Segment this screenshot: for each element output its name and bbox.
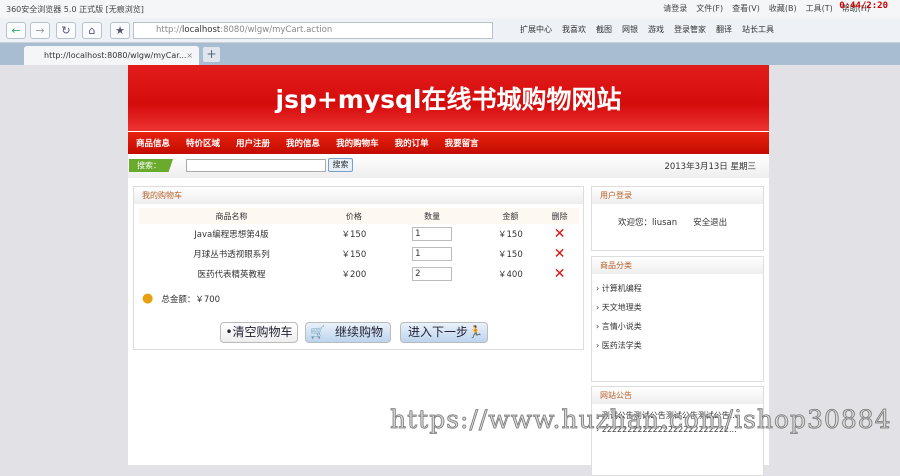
- ext-like[interactable]: 我喜欢: [562, 24, 586, 35]
- ext-translate[interactable]: 翻译: [716, 24, 732, 35]
- nav-my-orders[interactable]: 我的订单: [395, 137, 429, 149]
- url-path: :8080/wlgw/myCart.action: [220, 25, 333, 35]
- menu-login[interactable]: 请登录: [663, 3, 687, 14]
- nav-message[interactable]: 我要留言: [445, 137, 479, 149]
- item-amount: ￥400: [498, 270, 523, 280]
- login-heading: 用户登录: [592, 187, 763, 204]
- login-panel: 用户登录 欢迎您：liusan 安全退出: [591, 186, 764, 251]
- item-amount: ￥150: [498, 230, 523, 240]
- runner-icon: 🏃: [468, 325, 483, 339]
- search-bar: 搜索： 搜索 2013年3月13日 星期三: [128, 155, 769, 178]
- refresh-button[interactable]: ↻: [56, 22, 76, 39]
- delete-icon[interactable]: ✕: [554, 226, 566, 242]
- col-qty: 数量: [383, 208, 481, 224]
- tab-mycart[interactable]: http://localhost:8080/wlgw/myCar... ×: [24, 46, 199, 65]
- cart-table: 商品名称 价格 数量 金额 删除 Java编程思想第4版 ￥150 1 ￥150…: [139, 208, 579, 284]
- item-price: ￥150: [341, 230, 367, 240]
- menu-favorites[interactable]: 收藏(B): [769, 3, 797, 14]
- delete-icon[interactable]: ✕: [554, 246, 566, 262]
- search-button[interactable]: 搜索: [328, 158, 353, 172]
- cart-total: ● 总金额：￥700: [142, 291, 220, 306]
- item-price: ￥200: [341, 270, 367, 280]
- search-label: 搜索：: [129, 159, 173, 172]
- new-tab-button[interactable]: +: [203, 47, 220, 62]
- category-label: 计算机编程: [601, 284, 642, 293]
- cart-panel: 我的购物车 商品名称 价格 数量 金额 删除 Java编程思想第4版 ￥150 …: [133, 186, 584, 350]
- welcome-text: 欢迎您：liusan: [618, 218, 678, 228]
- col-name: 商品名称: [139, 208, 324, 224]
- category-label: 天文地理类: [601, 303, 642, 312]
- item-name: Java编程思想第4版: [194, 230, 269, 240]
- item-name: 月球丛书透视眼系列: [193, 250, 270, 260]
- cart-heading: 我的购物车: [134, 187, 583, 204]
- tab-close-icon[interactable]: ×: [186, 46, 193, 65]
- url-host: localhost: [182, 25, 221, 35]
- coins-icon: ●: [142, 291, 154, 306]
- tab-bar: http://localhost:8080/wlgw/myCar... × +: [0, 43, 900, 65]
- watermark: https://www.huzhan.com/ishop30884: [390, 405, 892, 435]
- forward-button[interactable]: →: [30, 22, 50, 39]
- next-step-button[interactable]: 进入下一步 🏃: [400, 322, 488, 343]
- ext-webmaster[interactable]: 站长工具: [742, 24, 774, 35]
- category-label: 医药法学类: [601, 341, 642, 350]
- col-price: 价格: [323, 208, 384, 224]
- menu-view[interactable]: 查看(V): [732, 3, 760, 14]
- ext-login-manager[interactable]: 登录管家: [674, 24, 706, 35]
- home-button[interactable]: ⌂: [82, 22, 102, 39]
- favorite-star-icon[interactable]: ★: [110, 22, 130, 39]
- category-item[interactable]: › 医药法学类: [592, 336, 763, 355]
- total-amount: 总金额：￥700: [161, 294, 221, 305]
- category-heading: 商品分类: [592, 257, 763, 274]
- tab-title: http://localhost:8080/wlgw/myCar...: [44, 51, 187, 60]
- site-banner: jsp+mysql在线书城购物网站: [128, 65, 769, 131]
- browser-title: 360安全浏览器 5.0 正式版 [无痕浏览]: [6, 4, 144, 14]
- category-panel: 商品分类 › 计算机编程 › 天文地理类 › 言情小说类 › 医药法学类: [591, 256, 764, 382]
- quantity-input[interactable]: 1: [412, 247, 453, 261]
- delete-icon[interactable]: ✕: [554, 266, 566, 282]
- category-item[interactable]: › 言情小说类: [592, 317, 763, 336]
- back-button[interactable]: ←: [6, 22, 26, 39]
- item-name: 医药代表精英教程: [197, 270, 266, 280]
- quantity-input[interactable]: 2: [412, 267, 453, 281]
- ext-games[interactable]: 游戏: [648, 24, 664, 35]
- clear-cart-button[interactable]: •清空购物车: [220, 322, 298, 343]
- logout-link[interactable]: 安全退出: [693, 216, 727, 228]
- nav-my-info[interactable]: 我的信息: [286, 137, 320, 149]
- item-amount: ￥150: [498, 250, 523, 260]
- url-input[interactable]: http://localhost:8080/wlgw/myCart.action: [133, 22, 493, 39]
- table-row: 月球丛书透视眼系列 ￥150 1 ￥150 ✕: [139, 244, 579, 264]
- next-label: 进入下一步: [408, 325, 469, 339]
- table-row: Java编程思想第4版 ￥150 1 ￥150 ✕: [139, 224, 579, 244]
- menu-file[interactable]: 文件(F): [696, 3, 723, 14]
- col-amount: 金额: [480, 208, 541, 224]
- col-delete: 删除: [540, 208, 579, 224]
- ext-bank[interactable]: 网银: [622, 24, 638, 35]
- category-item[interactable]: › 计算机编程: [592, 279, 763, 298]
- continue-shopping-button[interactable]: 🛒 继续购物: [305, 322, 391, 343]
- cart-icon: 🛒: [310, 325, 325, 339]
- ext-center[interactable]: 扩展中心: [520, 24, 552, 35]
- url-prefix: http://: [156, 25, 183, 35]
- category-item[interactable]: › 天文地理类: [592, 298, 763, 317]
- address-toolbar: ← → ↻ ⌂ ★ http://localhost:8080/wlgw/myC…: [0, 18, 900, 43]
- menu-tools[interactable]: 工具(T): [806, 3, 833, 14]
- table-row: 医药代表精英教程 ￥200 2 ￥400 ✕: [139, 264, 579, 284]
- notice-heading: 网站公告: [592, 387, 763, 404]
- browser-titlebar: 360安全浏览器 5.0 正式版 [无痕浏览] 请登录 文件(F) 查看(V) …: [0, 0, 900, 18]
- site-nav: 商品信息 特价区域 用户注册 我的信息 我的购物车 我的订单 我要留言: [128, 132, 769, 154]
- nav-my-cart[interactable]: 我的购物车: [336, 137, 379, 149]
- ext-screenshot[interactable]: 截图: [596, 24, 612, 35]
- extension-bar: 扩展中心 我喜欢 截图 网银 游戏 登录管家 翻译 站长工具: [520, 24, 774, 35]
- nav-specials[interactable]: 特价区域: [186, 137, 220, 149]
- nav-register[interactable]: 用户注册: [236, 137, 270, 149]
- category-label: 言情小说类: [601, 322, 642, 331]
- continue-label: 继续购物: [334, 325, 383, 339]
- current-date: 2013年3月13日 星期三: [664, 162, 756, 172]
- search-input[interactable]: [186, 159, 326, 172]
- video-clock: 0:44/2:20: [839, 1, 888, 11]
- item-price: ￥150: [341, 250, 367, 260]
- nav-products[interactable]: 商品信息: [136, 137, 170, 149]
- quantity-input[interactable]: 1: [412, 227, 453, 241]
